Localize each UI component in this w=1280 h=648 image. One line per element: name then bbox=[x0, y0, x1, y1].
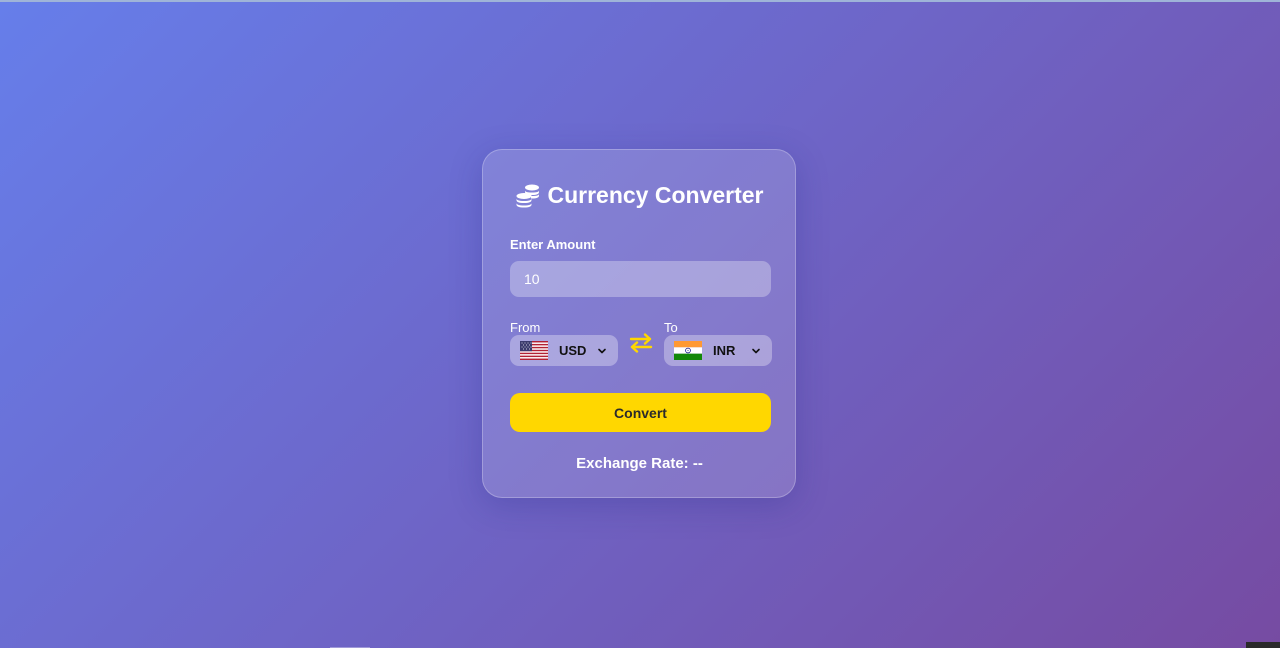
us-flag-icon bbox=[520, 341, 548, 360]
app-header: Currency Converter bbox=[510, 178, 769, 212]
convert-button[interactable]: Convert bbox=[510, 393, 771, 432]
from-label: From bbox=[510, 320, 541, 335]
to-label: To bbox=[664, 320, 678, 335]
coins-icon bbox=[516, 184, 540, 208]
to-currency-group: To INR bbox=[664, 320, 772, 366]
india-flag-icon bbox=[674, 341, 702, 360]
amount-label: Enter Amount bbox=[510, 237, 596, 252]
amount-input[interactable] bbox=[510, 261, 771, 297]
from-currency-select[interactable]: USD bbox=[510, 335, 618, 366]
from-currency-group: From USD bbox=[510, 320, 618, 366]
to-currency-select[interactable]: INR bbox=[664, 335, 772, 366]
taskbar-corner bbox=[1246, 642, 1280, 648]
converter-card: Currency Converter Enter Amount From bbox=[482, 149, 796, 498]
currency-row: From USD To INR bbox=[510, 320, 772, 366]
top-border-line bbox=[0, 0, 1280, 2]
page-title: Currency Converter bbox=[547, 181, 764, 208]
to-currency-code: INR bbox=[713, 343, 736, 358]
chevron-down-icon bbox=[598, 348, 606, 353]
swap-arrows-icon[interactable] bbox=[629, 332, 653, 354]
chevron-down-icon bbox=[752, 348, 760, 353]
exchange-rate-text: Exchange Rate: -- bbox=[576, 455, 703, 472]
from-currency-code: USD bbox=[559, 343, 587, 358]
